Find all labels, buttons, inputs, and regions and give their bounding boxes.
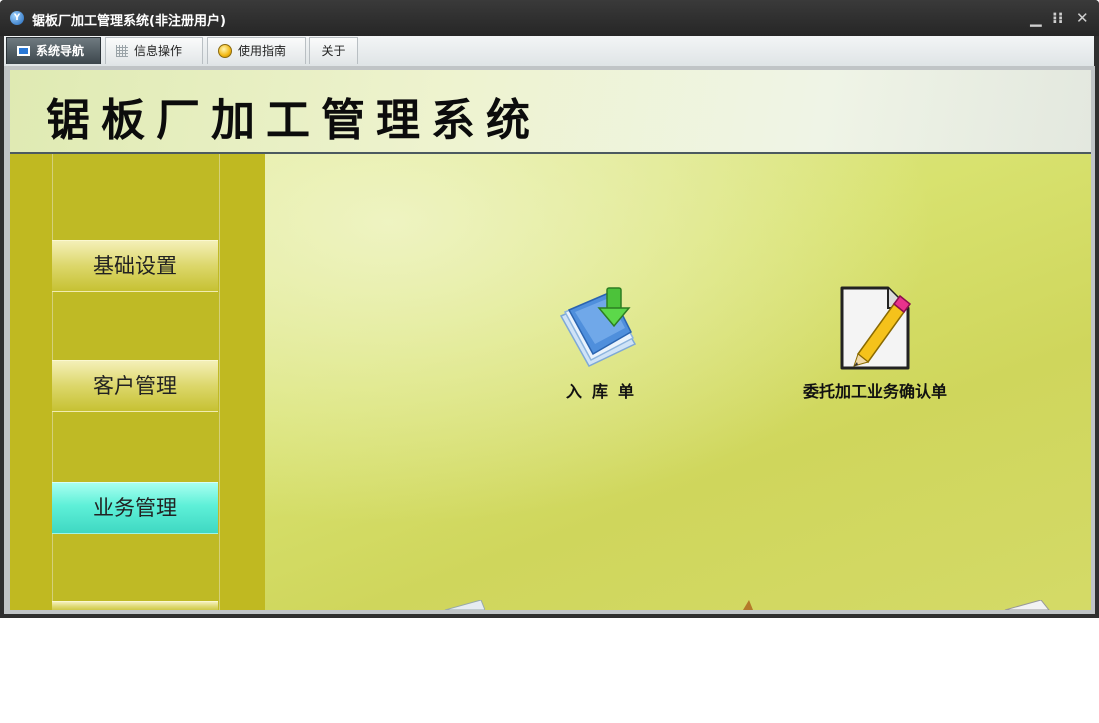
partial-icon	[444, 600, 485, 610]
sidebar-item-basic-settings[interactable]: 基础设置	[52, 240, 218, 292]
screen-icon	[17, 45, 30, 56]
inbound-order-card[interactable]: 入库单	[545, 282, 655, 402]
main-area: 入库单 委托加工业务确认单	[265, 154, 1091, 610]
guide-icon	[218, 43, 232, 58]
restore-button[interactable]: ⁝⁝	[1052, 9, 1063, 27]
tab-system-navigation[interactable]: 系统导航	[6, 37, 101, 64]
tab-about[interactable]: 关于	[309, 37, 358, 64]
tab-user-guide[interactable]: 使用指南	[207, 37, 306, 64]
content-frame: 锯板厂加工管理系统 基础设置 客户管理 业务管理 入库单 委托加工业务确认单	[4, 66, 1095, 614]
tab-label: 系统导航	[36, 44, 85, 58]
document-edit-icon	[840, 286, 912, 370]
sidebar-item-business-management[interactable]: 业务管理	[52, 482, 218, 534]
sidebar-item-partial[interactable]	[52, 601, 218, 610]
sidebar-item-customer-management[interactable]: 客户管理	[52, 360, 218, 412]
tab-label: 关于	[321, 44, 346, 58]
application-window: Y 锯板厂加工管理系统(非注册用户) ▁ ⁝⁝ ✕ 系统导航 信息操作 使用指南…	[0, 0, 1099, 618]
partial-icon	[1004, 600, 1050, 610]
close-button[interactable]: ✕	[1076, 9, 1089, 27]
partial-icon	[743, 600, 753, 610]
navigation-panel: 锯板厂加工管理系统 基础设置 客户管理 业务管理 入库单 委托加工业务确认单	[10, 70, 1091, 610]
tab-label: 使用指南	[238, 44, 287, 58]
sidebar: 基础设置 客户管理 业务管理	[10, 154, 265, 610]
system-title: 锯板厂加工管理系统	[46, 95, 541, 146]
tab-label: 信息操作	[134, 44, 183, 58]
document-download-icon	[559, 287, 637, 367]
minimize-button[interactable]: ▁	[1030, 9, 1042, 27]
header-banner: 锯板厂加工管理系统	[10, 70, 1091, 154]
menu-bar: 系统导航 信息操作 使用指南 关于	[4, 36, 1094, 66]
grid-icon	[116, 44, 128, 57]
processing-confirmation-label: 委托加工业务确认单	[802, 382, 947, 401]
window-title: 锯板厂加工管理系统(非注册用户)	[32, 14, 226, 29]
processing-confirmation-card[interactable]: 委托加工业务确认单	[775, 282, 975, 402]
title-bar[interactable]: Y 锯板厂加工管理系统(非注册用户) ▁ ⁝⁝ ✕	[0, 0, 1099, 36]
tab-information-operation[interactable]: 信息操作	[105, 37, 203, 64]
inbound-order-label: 入库单	[565, 382, 644, 401]
app-logo-icon: Y	[10, 11, 24, 25]
